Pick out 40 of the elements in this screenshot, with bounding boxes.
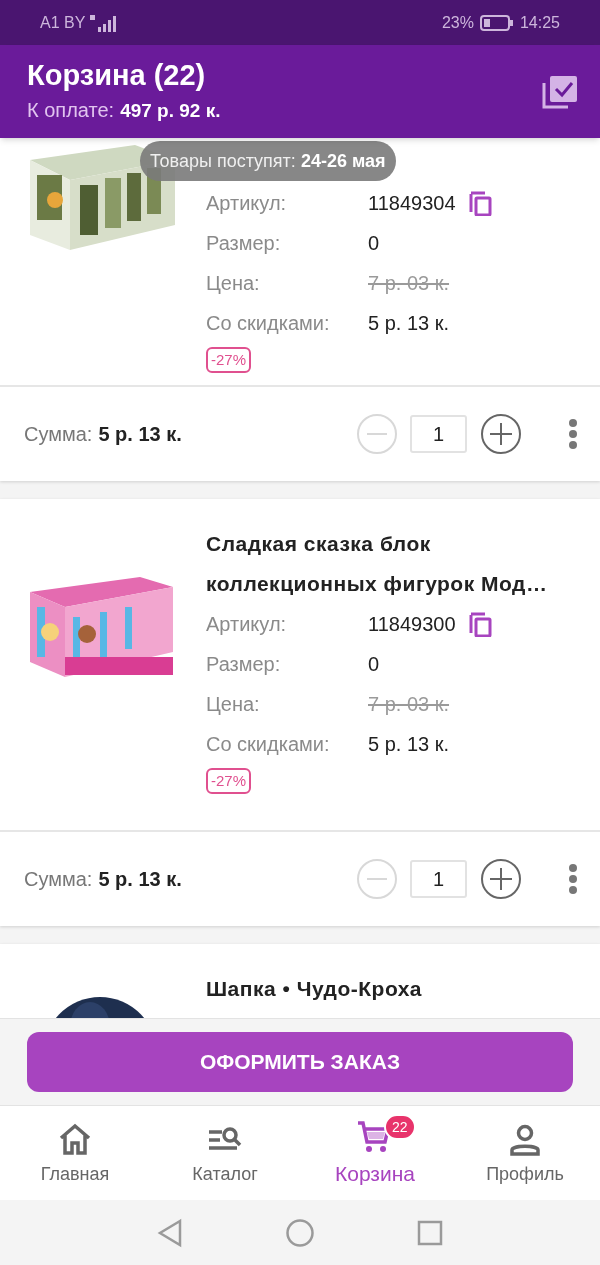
sum-value: 5 р. 13 к.	[98, 867, 182, 892]
quantity-field[interactable]: 1	[410, 415, 467, 453]
sum-value: 5 р. 13 к.	[98, 422, 182, 447]
detail-label: Размер:	[206, 231, 282, 256]
checkout-button[interactable]: ОФОРМИТЬ ЗАКАЗ	[27, 1032, 573, 1092]
nav-tab[interactable]: Профиль	[486, 1160, 564, 1188]
sum-label: Сумма:	[24, 422, 93, 447]
nav-tab[interactable]: Главная	[40, 1160, 110, 1188]
sum-label: Сумма:	[24, 867, 93, 892]
toast-label: Товары поступят:	[150, 149, 296, 173]
detail-value: 5 р. 13 к.	[368, 732, 450, 757]
article-number: 11849300	[368, 612, 456, 637]
detail-label: Размер:	[206, 652, 282, 677]
product-title: Сладкая сказка блок коллекционных фигурок Мод…	[206, 531, 549, 597]
battery-percentage: 23%	[441, 12, 474, 33]
detail-label: Со скидками:	[206, 311, 331, 336]
cart-count-badge: 22	[384, 1114, 416, 1140]
detail-label: Со скидками:	[206, 732, 331, 757]
detail-label: Цена:	[206, 271, 261, 296]
article-number: 11849304	[368, 191, 456, 216]
toast-date: 24-26 мая	[300, 149, 386, 173]
nav-tab[interactable]: Каталог	[192, 1160, 258, 1188]
detail-label: Артикул:	[206, 612, 288, 637]
clock-time: 14:25	[519, 12, 560, 33]
page-title: Корзина (22)	[27, 58, 207, 94]
total-label: К оплате:	[27, 98, 115, 124]
detail-value: 0	[368, 652, 380, 677]
carrier-name: A1 BY	[40, 12, 86, 33]
detail-value: 5 р. 13 к.	[368, 311, 450, 336]
detail-label: Артикул:	[206, 191, 288, 216]
old-price: 7 р. 03 к.	[368, 271, 450, 296]
quantity-field[interactable]: 1	[410, 860, 467, 898]
detail-value: 0	[368, 231, 380, 256]
product-title: Шапка • Чудо-Кроха	[206, 976, 424, 1002]
nav-tab[interactable]: Корзина	[335, 1158, 415, 1190]
discount-badge: -27%	[206, 347, 252, 373]
discount-badge: -27%	[206, 768, 252, 794]
detail-label: Цена:	[206, 692, 261, 717]
total-value: 497 р. 92 к.	[120, 99, 221, 124]
old-price: 7 р. 03 к.	[368, 692, 450, 717]
